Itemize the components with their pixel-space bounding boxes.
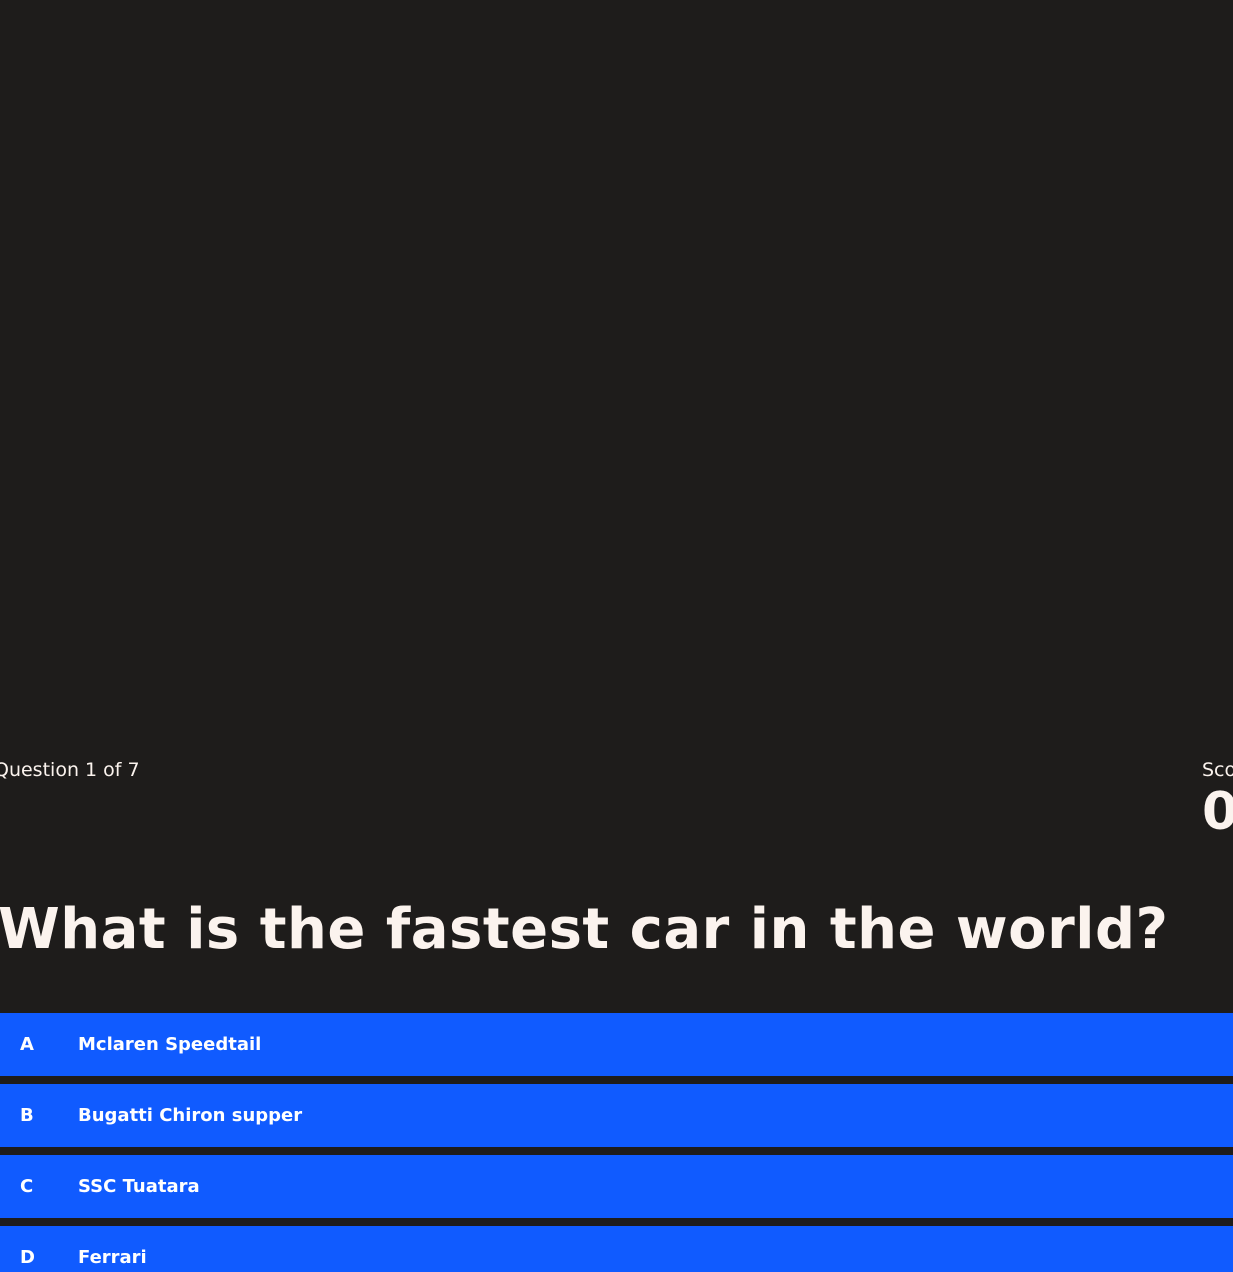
answer-option-a[interactable]: A Mclaren Speedtail [0, 1013, 1233, 1076]
answer-letter: D [20, 1247, 35, 1268]
answer-label: Bugatti Chiron supper [78, 1105, 303, 1126]
score-panel: Score 0 [1202, 758, 1233, 842]
answer-label: SSC Tuatara [78, 1176, 200, 1197]
answer-letter: A [20, 1034, 34, 1055]
question-progress: Question 1 of 7 [0, 759, 140, 781]
answer-label: Mclaren Speedtail [78, 1034, 262, 1055]
score-label: Score [1202, 759, 1233, 781]
answer-list: A Mclaren Speedtail B Bugatti Chiron sup… [0, 1013, 1233, 1272]
answer-option-b[interactable]: B Bugatti Chiron supper [0, 1084, 1233, 1147]
answer-letter: B [20, 1105, 34, 1126]
score-value: 0 [1202, 782, 1233, 842]
answer-option-c[interactable]: C SSC Tuatara [0, 1155, 1233, 1218]
question-text: What is the fastest car in the world? [0, 897, 1169, 962]
answer-letter: C [20, 1176, 34, 1197]
answer-label: Ferrari [78, 1247, 147, 1268]
answer-option-d[interactable]: D Ferrari [0, 1226, 1233, 1272]
